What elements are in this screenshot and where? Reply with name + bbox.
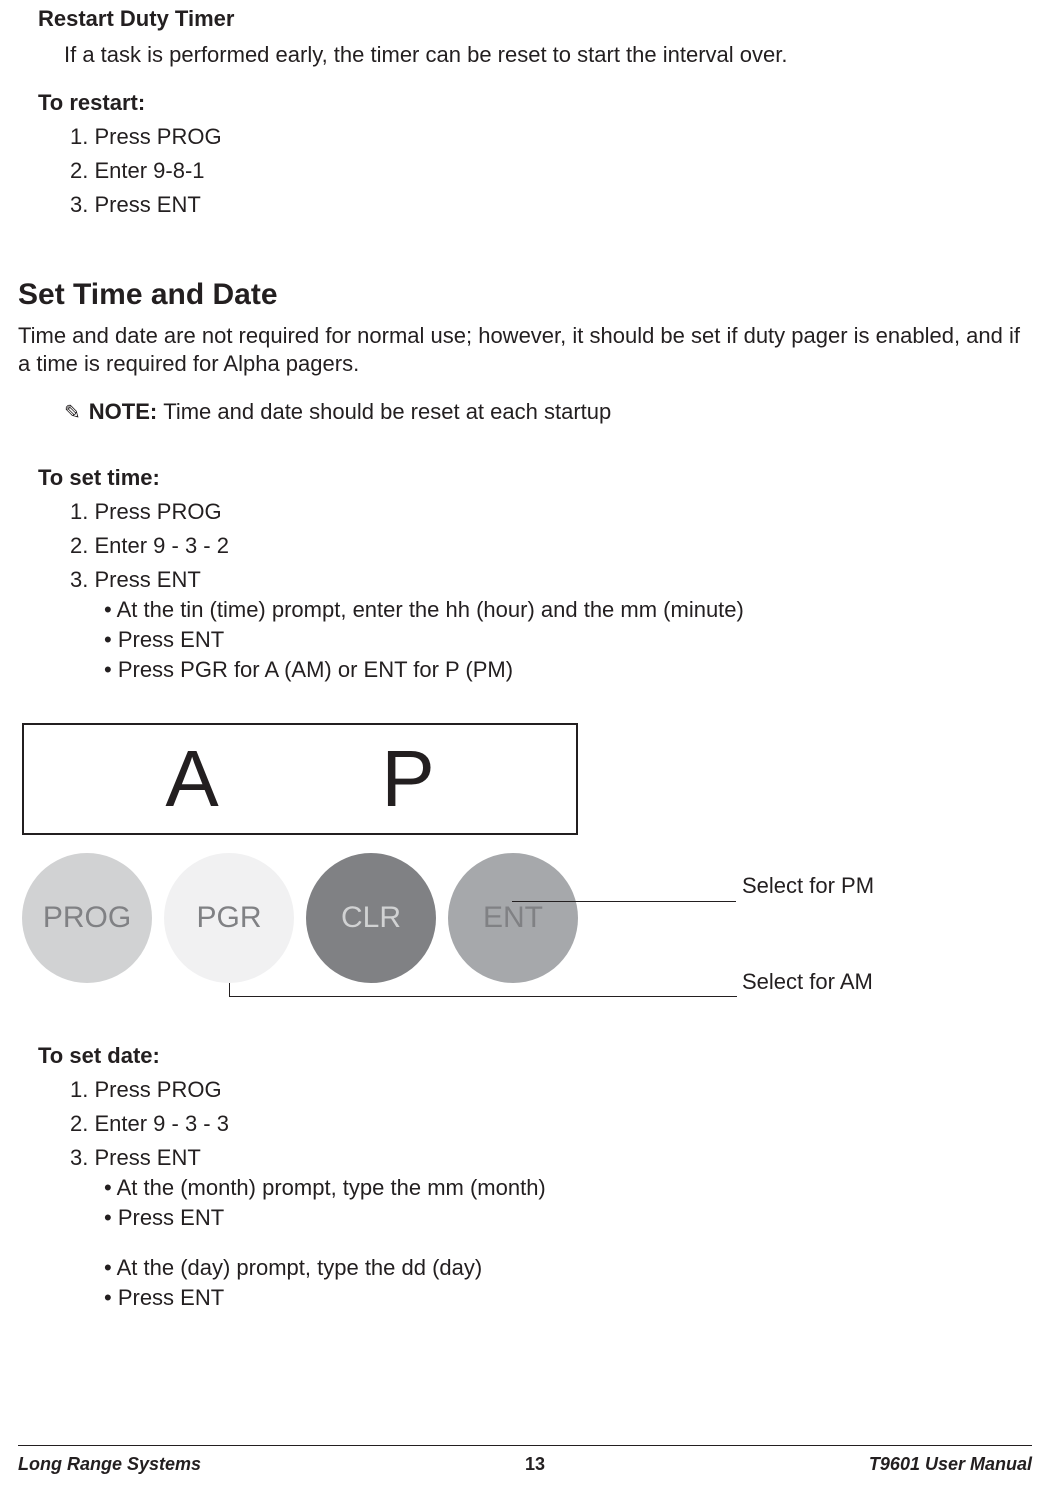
clr-button: CLR	[306, 853, 436, 983]
footer-right: T9601 User Manual	[869, 1454, 1032, 1475]
page-footer: Long Range Systems 13 T9601 User Manual	[18, 1445, 1032, 1475]
connector-line-pm	[512, 901, 736, 902]
date-bullet-a1: • At the (month) prompt, type the mm (mo…	[118, 1175, 1032, 1201]
display-box: A P	[22, 723, 578, 835]
ent-button: ENT	[448, 853, 578, 983]
note-label: NOTE:	[89, 399, 157, 425]
heading-set-time-and-date: Set Time and Date	[18, 278, 1032, 312]
heading-to-set-time: To set time:	[38, 465, 1032, 491]
display-letter-p: P	[381, 733, 434, 825]
button-diagram: A P PROG PGR CLR ENT Select for PM Selec…	[22, 723, 1022, 1013]
restart-step-2: 2. Enter 9-8-1	[96, 158, 1032, 184]
connector-line-am	[229, 983, 737, 997]
time-bullet-1: • At the tin (time) prompt, enter the hh…	[118, 597, 1032, 623]
pgr-button: PGR	[164, 853, 294, 983]
heading-to-set-date: To set date:	[38, 1043, 1032, 1069]
restart-step-1: 1. Press PROG	[96, 124, 1032, 150]
date-step-2: 2. Enter 9 - 3 - 3	[96, 1111, 1032, 1137]
label-select-am: Select for AM	[742, 969, 873, 995]
time-bullet-2: • Press ENT	[118, 627, 1032, 653]
note-text: Time and date should be reset at each st…	[163, 399, 611, 425]
heading-restart-duty-timer: Restart Duty Timer	[38, 6, 1032, 32]
date-bullet-b2: • Press ENT	[118, 1285, 1032, 1311]
date-step-3: 3. Press ENT	[96, 1145, 1032, 1171]
time-step-1: 1. Press PROG	[96, 499, 1032, 525]
time-step-2: 2. Enter 9 - 3 - 2	[96, 533, 1032, 559]
date-bullet-a2: • Press ENT	[118, 1205, 1032, 1231]
footer-left: Long Range Systems	[18, 1454, 201, 1475]
prog-button: PROG	[22, 853, 152, 983]
time-bullet-3: • Press PGR for A (AM) or ENT for P (PM)	[118, 657, 1032, 683]
restart-desc: If a task is performed early, the timer …	[64, 42, 1032, 68]
footer-page-number: 13	[525, 1454, 545, 1475]
settime-intro: Time and date are not required for norma…	[18, 322, 1032, 377]
restart-step-3: 3. Press ENT	[96, 192, 1032, 218]
label-select-pm: Select for PM	[742, 873, 874, 899]
time-step-3: 3. Press ENT	[96, 567, 1032, 593]
pencil-icon: ✎	[64, 400, 81, 425]
date-step-1: 1. Press PROG	[96, 1077, 1032, 1103]
heading-to-restart: To restart:	[38, 90, 1032, 116]
display-letter-a: A	[165, 733, 218, 825]
date-bullet-b1: • At the (day) prompt, type the dd (day)	[118, 1255, 1032, 1281]
